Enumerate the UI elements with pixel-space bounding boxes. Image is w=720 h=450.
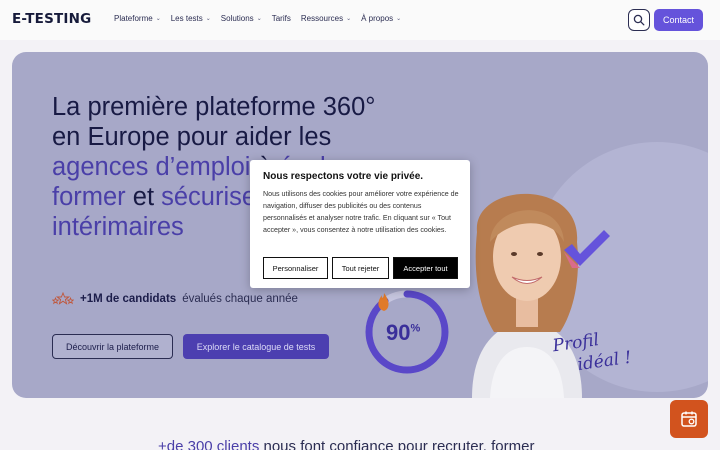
calendar-icon (681, 411, 697, 427)
chevron-down-icon: ⌄ (346, 16, 352, 22)
cookie-actions: Personnaliser Tout rejeter Accepter tout (263, 257, 458, 279)
chevron-down-icon: ⌄ (396, 16, 402, 22)
discover-platform-button[interactable]: Découvrir la plateforme (52, 334, 173, 359)
hero-title-part: intérimaires (52, 213, 184, 241)
main-nav: Plateforme ⌄ Les tests ⌄ Solutions ⌄ Tarifs Res… (114, 14, 401, 23)
gauge-value: 90% (386, 320, 421, 345)
search-icon (633, 14, 645, 26)
cookie-title: Nous respectons votre vie privée. (263, 171, 424, 182)
nav-item-3[interactable]: Tarifs (272, 14, 291, 23)
site-logo[interactable]: E-TESTING (12, 11, 91, 27)
stars-icon (52, 292, 74, 305)
chevron-down-icon: ⌄ (256, 16, 262, 22)
reject-all-button[interactable]: Tout rejeter (332, 257, 389, 279)
nav-label: Ressources (300, 14, 344, 23)
chevron-down-icon: ⌄ (205, 16, 211, 22)
calendar-fab-button[interactable] (670, 400, 708, 438)
search-button[interactable] (628, 9, 650, 31)
nav-label: Les tests (170, 14, 203, 23)
hero-title-part: et (125, 183, 162, 211)
stat-bold: +1M de candidats (80, 293, 177, 305)
customize-cookies-button[interactable]: Personnaliser (263, 257, 328, 279)
cookie-consent-dialog: Nous respectons votre vie privée. Nous u… (250, 160, 470, 288)
hero-title-part: La première plateforme 360° en Europe po… (52, 93, 376, 151)
nav-label: Plateforme (114, 14, 153, 23)
nav-label: À propos (361, 14, 394, 23)
stat-text: évalués chaque année (182, 293, 298, 305)
site-header: E-TESTING Plateforme ⌄ Les tests ⌄ Solutions… (0, 0, 720, 40)
explore-catalog-button[interactable]: Explorer le catalogue de tests (183, 334, 329, 359)
contact-button[interactable]: Contact (654, 9, 703, 31)
check-icon (564, 230, 610, 268)
nav-item-4[interactable]: Ressources ⌄ (301, 14, 351, 23)
nav-item-0[interactable]: Plateforme ⌄ (114, 14, 161, 23)
hero-title-part: agences d’emploi (52, 153, 251, 181)
nav-item-1[interactable]: Les tests ⌄ (171, 14, 211, 23)
trust-statement: +de 300 clients nous font confiance pour… (158, 438, 535, 450)
nav-label: Tarifs (271, 14, 291, 23)
accept-all-button[interactable]: Accepter tout (393, 257, 458, 279)
nav-item-5[interactable]: À propos ⌄ (361, 14, 401, 23)
candidates-stat: +1M de candidats évalués chaque année (52, 292, 298, 306)
nav-item-2[interactable]: Solutions ⌄ (221, 14, 262, 23)
chevron-down-icon: ⌄ (155, 16, 161, 22)
hero-title-part: former (52, 183, 126, 211)
cookie-text: Nous utilisons des cookies pour améliore… (263, 190, 459, 234)
nav-label: Solutions (220, 14, 254, 23)
